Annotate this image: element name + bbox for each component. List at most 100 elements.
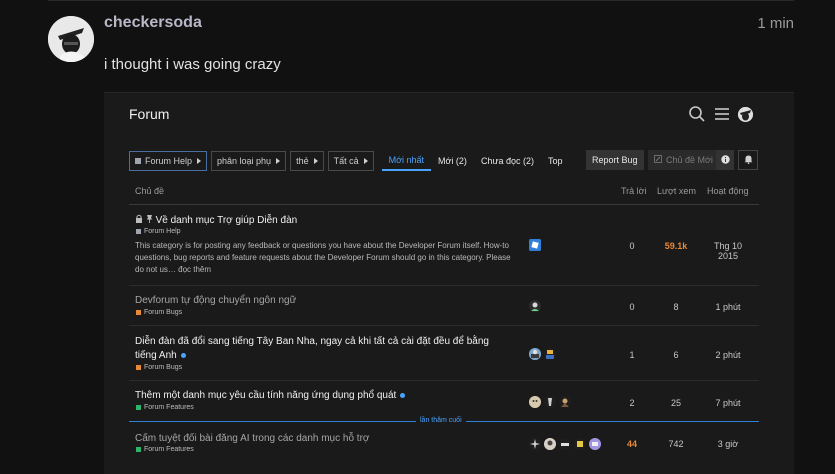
unread-indicator bbox=[180, 352, 186, 358]
category-color-swatch bbox=[135, 158, 141, 164]
topic-excerpt: This category is for posting any feedbac… bbox=[135, 241, 511, 274]
poster-avatar[interactable] bbox=[574, 438, 586, 450]
topic-activity[interactable]: 2 phút bbox=[704, 350, 752, 360]
poster-avatar[interactable] bbox=[559, 438, 571, 450]
topic-category-label: Forum Features bbox=[144, 404, 194, 411]
topic-title[interactable]: Diễn đàn đã đổi sang tiếng Tây Ban Nha, … bbox=[135, 336, 489, 361]
lock-icon bbox=[135, 214, 146, 226]
navigation-bar: Forum Help phân loại phụ thẻ Tất cả Mới … bbox=[129, 151, 570, 171]
row-divider bbox=[129, 285, 759, 286]
caret-right-icon bbox=[313, 158, 318, 164]
column-header-views[interactable]: Lượt xem bbox=[657, 186, 696, 196]
bell-icon bbox=[744, 154, 753, 166]
category-color-swatch bbox=[136, 405, 141, 410]
info-button[interactable] bbox=[716, 150, 734, 170]
poster-avatar[interactable] bbox=[559, 396, 571, 408]
poster-avatar[interactable] bbox=[589, 438, 601, 450]
topic-category-label: Forum Features bbox=[144, 446, 194, 453]
row-divider bbox=[129, 325, 759, 326]
topic-views[interactable]: 8 bbox=[656, 302, 696, 312]
pencil-icon bbox=[654, 155, 662, 165]
pin-icon bbox=[146, 215, 156, 226]
topic-category-badge[interactable]: Forum Help bbox=[136, 228, 181, 235]
subcategory-dropdown[interactable]: phân loại phụ bbox=[211, 151, 287, 171]
topic-activity[interactable]: 1 phút bbox=[704, 302, 752, 312]
row-divider bbox=[129, 380, 759, 381]
topic-views[interactable]: 59.1k bbox=[656, 241, 696, 251]
topic-posters bbox=[529, 239, 541, 251]
filter-all-dropdown-label: Tất cả bbox=[333, 156, 359, 166]
subcategory-dropdown-label: phân loại phụ bbox=[217, 156, 272, 166]
tag-dropdown-label: thẻ bbox=[296, 156, 309, 166]
new-topic-button[interactable]: Chủ đề Mới bbox=[648, 150, 719, 170]
caret-right-icon bbox=[363, 158, 368, 164]
topic-activity[interactable]: 3 giờ bbox=[704, 439, 752, 449]
category-color-swatch bbox=[136, 310, 141, 315]
topic-views[interactable]: 742 bbox=[656, 439, 696, 449]
topic-activity[interactable]: 7 phút bbox=[704, 398, 752, 408]
topic-replies[interactable]: 0 bbox=[612, 241, 652, 251]
category-color-swatch bbox=[136, 229, 141, 234]
poster-avatar[interactable] bbox=[544, 438, 556, 450]
topic-replies[interactable]: 2 bbox=[612, 398, 652, 408]
current-user-avatar[interactable] bbox=[738, 107, 753, 122]
topic-category-badge[interactable]: Forum Bugs bbox=[136, 309, 182, 316]
topic-posters bbox=[529, 348, 556, 360]
topic-views[interactable]: 25 bbox=[656, 398, 696, 408]
topic-category-label: Forum Bugs bbox=[144, 364, 183, 371]
header-divider bbox=[129, 204, 759, 205]
info-icon bbox=[720, 154, 730, 166]
last-visit-label: lần thăm cuối bbox=[416, 417, 466, 424]
topic-activity[interactable]: Thg 10 2015 bbox=[704, 241, 752, 261]
hamburger-menu-icon[interactable] bbox=[713, 105, 731, 123]
top-divider bbox=[48, 0, 794, 1]
poster-avatar[interactable] bbox=[544, 396, 556, 408]
topic-posters bbox=[529, 300, 541, 312]
category-color-swatch bbox=[136, 365, 141, 370]
topic-title[interactable]: Devforum tự động chuyển ngôn ngữ bbox=[135, 294, 296, 308]
topic-replies[interactable]: 1 bbox=[612, 350, 652, 360]
topic-category-badge[interactable]: Forum Features bbox=[136, 446, 194, 453]
poster-avatar[interactable] bbox=[529, 396, 541, 408]
tab-unread[interactable]: Chưa đọc (2) bbox=[474, 151, 541, 171]
topic-title[interactable]: Thêm một danh mục yêu cầu tính năng ứng … bbox=[135, 390, 396, 401]
topic-posters bbox=[529, 396, 571, 408]
username[interactable]: checkersoda bbox=[104, 14, 202, 32]
notification-level-button[interactable] bbox=[738, 150, 758, 170]
search-icon[interactable] bbox=[688, 105, 706, 123]
caret-right-icon bbox=[197, 158, 202, 164]
post-timestamp[interactable]: 1 min bbox=[757, 15, 794, 32]
filter-all-dropdown[interactable]: Tất cả bbox=[327, 151, 374, 171]
tab-new[interactable]: Mới (2) bbox=[431, 151, 474, 171]
user-avatar[interactable] bbox=[48, 16, 94, 62]
category-dropdown-label: Forum Help bbox=[145, 156, 193, 166]
poster-avatar[interactable] bbox=[529, 300, 541, 312]
caret-right-icon bbox=[276, 158, 281, 164]
poster-avatar[interactable] bbox=[544, 348, 556, 360]
topic-title[interactable]: Về danh mục Trợ giúp Diễn đàn bbox=[156, 215, 298, 226]
topic-title[interactable]: Cấm tuyệt đối bài đăng AI trong các danh… bbox=[135, 432, 369, 446]
tab-latest[interactable]: Mới nhất bbox=[381, 151, 432, 171]
poster-avatar[interactable] bbox=[529, 348, 541, 360]
topic-title-wrapper[interactable]: Thêm một danh mục yêu cầu tính năng ứng … bbox=[135, 389, 406, 403]
poster-avatar[interactable] bbox=[529, 438, 541, 450]
topic-posters bbox=[529, 438, 601, 450]
topic-category-badge[interactable]: Forum Features bbox=[136, 404, 194, 411]
forum-screenshot: Forum Forum Help phân loại phụ thẻ Tất c… bbox=[104, 92, 794, 474]
topic-views[interactable]: 6 bbox=[656, 350, 696, 360]
column-header-activity[interactable]: Hoạt động bbox=[707, 186, 749, 196]
tab-top[interactable]: Top bbox=[541, 151, 570, 171]
topic-category-badge[interactable]: Forum Bugs bbox=[136, 364, 182, 371]
forum-title[interactable]: Forum bbox=[129, 106, 169, 122]
category-dropdown[interactable]: Forum Help bbox=[129, 151, 208, 171]
topic-replies[interactable]: 44 bbox=[612, 439, 652, 449]
topic-category-label: Forum Bugs bbox=[144, 309, 183, 316]
column-header-topic[interactable]: Chủ đề bbox=[135, 186, 164, 196]
tag-dropdown[interactable]: thẻ bbox=[290, 151, 324, 171]
topic-title-wrapper[interactable]: Diễn đàn đã đổi sang tiếng Tây Ban Nha, … bbox=[135, 335, 510, 363]
report-bug-button[interactable]: Report Bug bbox=[586, 150, 644, 170]
poster-avatar[interactable] bbox=[529, 239, 541, 251]
category-color-swatch bbox=[136, 447, 141, 452]
topic-replies[interactable]: 0 bbox=[612, 302, 652, 312]
column-header-replies[interactable]: Trả lời bbox=[621, 186, 647, 196]
